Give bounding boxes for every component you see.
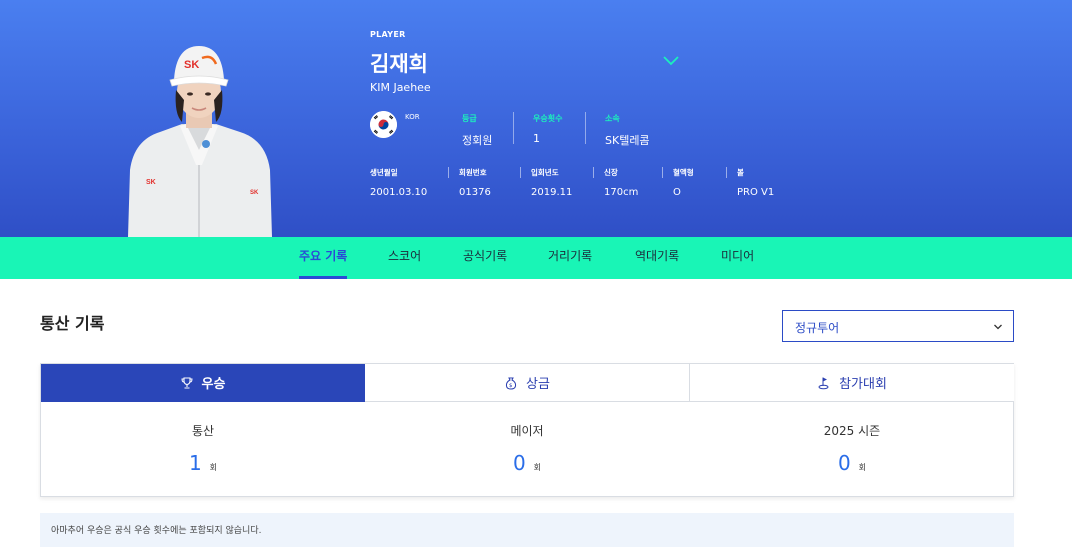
meta-value: O (673, 187, 681, 198)
tab-distance-records[interactable]: 거리기록 (548, 237, 592, 279)
info-value: SK텔레콤 (605, 134, 650, 147)
chevron-down-icon (994, 324, 1002, 330)
tab-wins[interactable]: 우승 (41, 364, 365, 402)
stat-value: 1 (188, 451, 202, 475)
money-bag-icon: $ (505, 377, 517, 390)
meta-key: 회원번호 (459, 168, 487, 177)
meta-join-year: 입회년도 2019.11 (531, 167, 572, 198)
stat-unit: 회 (533, 463, 542, 472)
player-photo: SK SK SK (128, 46, 272, 237)
meta-blood-type: 혈액형 O (673, 167, 694, 198)
meta-ball: 볼 PRO V1 (737, 167, 774, 198)
stat-value: 0 (837, 451, 851, 475)
notice-box: 아마추어 우승은 공식 우승 횟수에는 포함되지 않습니다. (40, 513, 1014, 547)
stat-label: 메이저 (510, 424, 544, 438)
meta-value: 2001.03.10 (370, 187, 428, 198)
korea-flag-icon (370, 111, 397, 138)
divider (520, 167, 521, 178)
player-name-english: KIM Jaehee (370, 81, 431, 94)
tab-score[interactable]: 스코어 (388, 237, 421, 279)
golf-flag-icon (818, 377, 829, 389)
divider (448, 167, 449, 178)
stat-career: 통산 1회 (41, 422, 365, 475)
player-label: PLAYER (370, 30, 406, 39)
meta-value: 170cm (604, 187, 639, 198)
tab-media[interactable]: 미디어 (721, 237, 754, 279)
info-team: 소속 SK텔레콤 (605, 113, 650, 148)
tab-official-records[interactable]: 공식기록 (463, 237, 507, 279)
career-record-card: 우승 $ 상금 참가대회 통산 1회 메이저 0회 2025 시즌 0회 (40, 363, 1014, 497)
divider (513, 112, 514, 144)
tab-tournaments-entered[interactable]: 참가대회 (690, 364, 1014, 402)
meta-value: 2019.11 (531, 187, 573, 198)
info-wins: 우승횟수 1 (533, 113, 562, 145)
svg-text:SK: SK (146, 179, 156, 186)
player-name-korean: 김재희 (370, 52, 428, 76)
meta-height: 신장 170cm (604, 167, 638, 198)
record-tabbar: 주요 기록 스코어 공식기록 거리기록 역대기록 미디어 (0, 237, 1072, 279)
tour-select-value: 정규투어 (795, 321, 840, 335)
info-value: 정회원 (462, 134, 493, 147)
info-key: 등급 (462, 114, 477, 123)
meta-value: PRO V1 (737, 187, 775, 198)
meta-member-number: 회원번호 01376 (459, 167, 491, 198)
tab-history-records[interactable]: 역대기록 (635, 237, 679, 279)
meta-key: 입회년도 (531, 168, 559, 177)
info-key: 소속 (605, 114, 620, 123)
notice-text: 아마추어 우승은 공식 우승 횟수에는 포함되지 않습니다. (51, 526, 262, 536)
info-value: 1 (533, 132, 540, 145)
tab-wins-label: 우승 (201, 377, 226, 392)
player-hero: SK SK SK PLAYER 김재희 KIM Jaehee KOR 등급 정회… (0, 0, 1072, 237)
divider (585, 112, 586, 144)
stat-unit: 회 (209, 463, 218, 472)
svg-text:SK: SK (184, 59, 199, 71)
tab-main-records[interactable]: 주요 기록 (299, 237, 348, 279)
divider (662, 167, 663, 178)
stat-major: 메이저 0회 (365, 422, 689, 475)
section-title: 통산 기록 (40, 314, 105, 333)
tour-select[interactable]: 정규투어 (782, 310, 1014, 342)
country-code: KOR (405, 113, 420, 121)
tab-prize-money-label: 상금 (526, 377, 550, 392)
stat-season: 2025 시즌 0회 (690, 422, 1014, 475)
trophy-icon (181, 376, 193, 389)
meta-key: 신장 (604, 168, 618, 177)
stat-label: 통산 (191, 424, 215, 438)
svg-text:$: $ (509, 383, 513, 389)
info-key: 우승횟수 (533, 114, 563, 123)
stat-label: 2025 시즌 (823, 424, 881, 438)
svg-text:SK: SK (250, 190, 259, 196)
meta-key: 볼 (737, 168, 744, 177)
meta-value: 01376 (459, 187, 491, 198)
info-grade: 등급 정회원 (462, 113, 492, 148)
divider (726, 167, 727, 178)
meta-key: 혈액형 (673, 168, 694, 177)
stat-unit: 회 (858, 463, 867, 472)
meta-key: 생년월일 (370, 168, 398, 177)
tab-prize-money[interactable]: $ 상금 (365, 364, 690, 402)
meta-birthdate: 생년월일 2001.03.10 (370, 167, 427, 198)
stat-value: 0 (512, 451, 526, 475)
divider (593, 167, 594, 178)
tab-tournaments-label: 참가대회 (839, 377, 887, 392)
chevron-down-icon[interactable] (662, 54, 680, 68)
